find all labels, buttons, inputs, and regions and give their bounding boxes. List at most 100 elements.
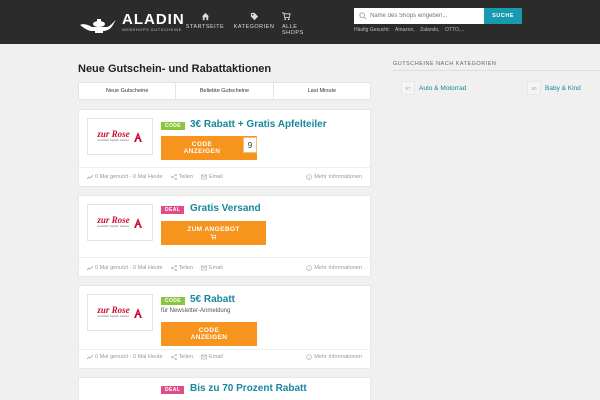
more-info-link[interactable]: Mehr Informationen [306, 174, 362, 180]
chart-icon [87, 265, 93, 271]
card-meta: 0 Mal genutzt - 0 Mal Heute Teilen Email… [87, 174, 362, 180]
info-icon [306, 354, 313, 360]
more-info-label: Mehr Informationen [314, 354, 362, 360]
tab-popular-coupons[interactable]: Beliebte Gutscheine [176, 83, 274, 99]
usage-info: 0 Mal genutzt - 0 Mal Heute [87, 265, 163, 271]
coupon-title[interactable]: 5€ Rabatt [190, 294, 235, 305]
usage-text: 0 Mal genutzt - 0 Mal Heute [95, 354, 163, 360]
show-code-button[interactable]: CODE ANZEIGEN [161, 322, 257, 346]
site-logo[interactable]: ALADIN WEBSHOPS GUTSCHEINE [78, 8, 185, 36]
category-count: 97 [401, 81, 415, 95]
coupon-title[interactable]: Gratis Versand [190, 203, 261, 214]
more-info-link[interactable]: Mehr Informationen [306, 354, 362, 360]
coupon-title[interactable]: 3€ Rabatt + Gratis Apfelteiler [190, 119, 327, 130]
coupon-card: zur Rose Geschützt. Geprüft. Gesund. COD… [78, 109, 371, 187]
logo-name: ALADIN [122, 10, 185, 28]
tags-icon [250, 12, 258, 21]
pharmacy-a-icon [133, 217, 142, 228]
search-input[interactable] [354, 8, 484, 24]
info-icon [306, 174, 313, 180]
popular-item-amazon[interactable]: Amazon, [395, 27, 415, 33]
email-icon [200, 174, 207, 180]
nav-home[interactable]: STARTSEITE [186, 12, 224, 30]
card-meta: 0 Mal genutzt - 0 Mal Heute Teilen Email… [87, 354, 362, 360]
email-link[interactable]: Email [200, 174, 223, 180]
nav-categories[interactable]: KATEGORIEN [234, 12, 274, 30]
shop-logo[interactable]: zur Rose Geschützt. Geprüft. Gesund. [87, 118, 153, 155]
code-badge: CODE [161, 297, 186, 305]
email-label: Email [208, 265, 223, 271]
email-link[interactable]: Email [200, 354, 223, 360]
usage-info: 0 Mal genutzt - 0 Mal Heute [87, 354, 163, 360]
share-link[interactable]: Teilen [170, 174, 193, 180]
email-icon [200, 354, 207, 360]
sidebar-divider [393, 70, 600, 71]
shop-logo-tagline: Geschützt. Geprüft. Gesund. [97, 225, 130, 228]
shop-logo-name: zur Rose [97, 215, 130, 225]
pharmacy-a-icon [133, 131, 142, 142]
share-label: Teilen [178, 174, 193, 180]
popular-label: Häufig Gesucht: [354, 27, 390, 33]
category-baby-kind[interactable]: 80 Baby & Kind [527, 80, 581, 96]
share-label: Teilen [178, 354, 193, 360]
popular-item-otto[interactable]: OTTO,... [445, 27, 464, 33]
email-icon [200, 265, 207, 271]
shop-logo[interactable]: zur Rose Geschützt. Geprüft. Gesund. [87, 204, 153, 241]
coupon-tabs: Neue Gutscheine Beliebte Gutscheine Last… [78, 82, 371, 100]
nav-home-label: STARTSEITE [185, 24, 225, 30]
code-badge: CODE [161, 122, 186, 130]
category-auto-motorrad[interactable]: 97 Auto & Motorrad [401, 80, 466, 96]
shop-logo-tagline: Geschützt. Geprüft. Gesund. [97, 139, 130, 142]
nav-all-shops[interactable]: ALLE SHOPS [282, 12, 306, 36]
code-peel[interactable]: 9 [243, 137, 257, 153]
popular-searches: Häufig Gesucht: Amazon, Zalando, OTTO,..… [354, 27, 468, 33]
card-divider [79, 257, 370, 258]
more-info-label: Mehr Informationen [314, 174, 362, 180]
page-title: Neue Gutschein- und Rabattaktionen [78, 63, 272, 75]
top-bar: ALADIN WEBSHOPS GUTSCHEINE STARTSEITE KA… [0, 0, 600, 44]
share-link[interactable]: Teilen [170, 354, 193, 360]
popular-item-zalando[interactable]: Zalando, [420, 27, 439, 33]
share-label: Teilen [178, 265, 193, 271]
share-icon [170, 354, 177, 360]
more-info-link[interactable]: Mehr Informationen [306, 265, 362, 271]
coupon-card: zur Rose Geschützt. Geprüft. Gesund. DEA… [78, 195, 371, 277]
nav-all-shops-label-2: SHOPS [282, 30, 304, 36]
card-divider [79, 349, 370, 350]
usage-text: 0 Mal genutzt - 0 Mal Heute [95, 174, 163, 180]
deal-badge: DEAL [161, 206, 185, 214]
cart-icon [282, 12, 291, 21]
shop-logo-tagline: Geschützt. Geprüft. Gesund. [97, 315, 130, 318]
coupon-card: zur Rose Geschützt. Geprüft. Gesund. COD… [78, 285, 371, 369]
cart-icon [210, 234, 217, 240]
nav-categories-label: KATEGORIEN [233, 24, 275, 30]
go-to-offer-button[interactable]: ZUM ANGEBOT [161, 221, 266, 245]
logo-tagline: WEBSHOPS GUTSCHEINE [122, 26, 182, 32]
show-code-label-1: CODE [191, 141, 213, 148]
shop-logo[interactable]: zur Rose Geschützt. Geprüft. Gesund. [87, 294, 153, 331]
more-info-label: Mehr Informationen [314, 265, 362, 271]
coupon-card: DEAL Bis zu 70 Prozent Rabatt [78, 377, 371, 400]
chart-icon [87, 174, 93, 180]
show-code-label-1: CODE [198, 327, 220, 334]
share-link[interactable]: Teilen [170, 265, 193, 271]
card-meta: 0 Mal genutzt - 0 Mal Heute Teilen Email… [87, 265, 362, 271]
email-link[interactable]: Email [200, 265, 223, 271]
info-icon [306, 265, 313, 271]
coupon-title[interactable]: Bis zu 70 Prozent Rabatt [190, 383, 307, 394]
shop-logo-name: zur Rose [97, 305, 130, 315]
deal-badge: DEAL [161, 386, 185, 394]
shop-logo-name: zur Rose [97, 129, 130, 139]
show-code-label-2: ANZEIGEN [183, 148, 221, 155]
email-label: Email [208, 174, 223, 180]
share-icon [170, 174, 177, 180]
tab-last-minute[interactable]: Last Minute [274, 83, 370, 99]
tab-new-coupons[interactable]: Neue Gutscheine [79, 83, 177, 99]
coupon-subtitle: für Newsletter-Anmeldung [161, 308, 231, 314]
search-button[interactable]: SUCHE [484, 8, 522, 24]
pharmacy-a-icon [133, 307, 142, 318]
share-icon [170, 265, 177, 271]
magic-lamp-icon [80, 19, 116, 33]
search-icon [359, 12, 367, 20]
show-code-label-2: ANZEIGEN [190, 334, 228, 341]
